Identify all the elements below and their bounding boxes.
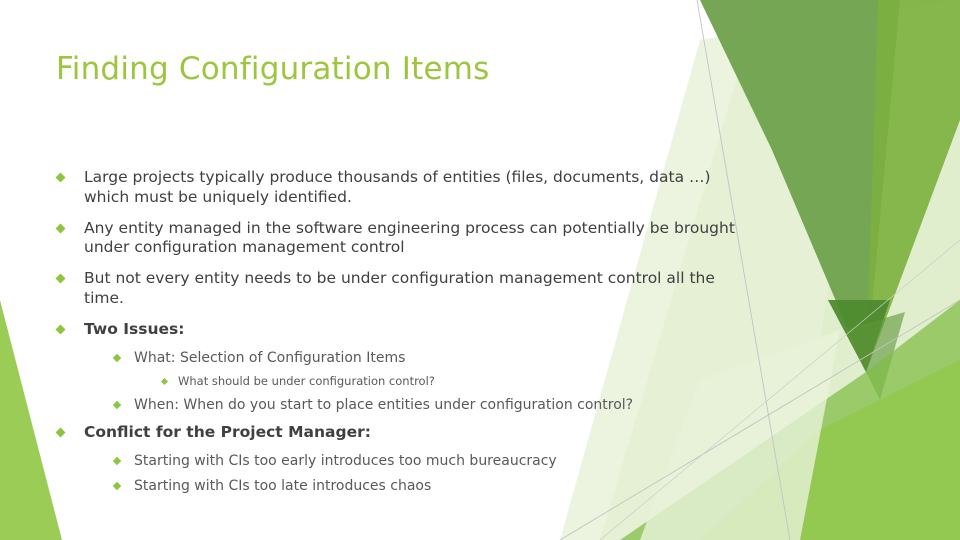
diamond-bullet-icon (55, 172, 66, 183)
sub-bullet-item-when: When: When do you start to place entitie… (112, 396, 736, 414)
sub-bullet-item: Starting with CIs too early introduces t… (112, 452, 736, 470)
bullet-item-conflict: Conflict for the Project Manager: (55, 423, 736, 443)
diamond-bullet-icon (55, 324, 66, 335)
right-bright-band-2 (880, 0, 960, 540)
deep-green-tip-2 (845, 312, 905, 400)
bullet-text: Starting with CIs too late introduces ch… (134, 478, 432, 495)
lower-diagonal-sheet-2 (700, 360, 960, 540)
diamond-bullet-icon (112, 481, 122, 491)
bullet-text: When: When do you start to place entitie… (134, 396, 634, 413)
diamond-bullet-icon (112, 400, 122, 410)
diamond-bullet-icon (160, 377, 169, 386)
diamond-bullet-icon (55, 273, 66, 284)
sub-bullet-item: Starting with CIs too late introduces ch… (112, 477, 736, 495)
bullet-text: What: Selection of Configuration Items (134, 349, 406, 366)
bullet-item: Large projects typically produce thousan… (55, 168, 736, 208)
sub-bullet-item-what: What: Selection of Configuration Items (112, 349, 736, 367)
right-bright-band (790, 0, 960, 540)
bullet-text: What should be under configuration contr… (178, 373, 435, 388)
bullet-text: Any entity managed in the software engin… (84, 218, 735, 257)
mid-green-wedge (866, 0, 960, 372)
bullet-item: But not every entity needs to be under c… (55, 269, 736, 309)
diamond-bullet-icon (112, 353, 122, 363)
bullet-text: Large projects typically produce thousan… (84, 168, 711, 206)
diamond-bullet-icon (112, 456, 122, 466)
diamond-bullet-icon (55, 223, 66, 234)
bullet-text: But not every entity needs to be under c… (84, 269, 715, 308)
slide: Finding Configuration Items Large projec… (0, 0, 960, 540)
bullet-text: Two Issues: (84, 319, 185, 338)
bullet-text: Conflict for the Project Manager: (84, 423, 371, 442)
slide-body: Large projects typically produce thousan… (55, 168, 736, 502)
bullet-item: Any entity managed in the software engin… (55, 218, 736, 259)
deep-green-tip (828, 300, 890, 372)
bullet-item-two-issues: Two Issues: (55, 319, 736, 340)
slide-title: Finding Configuration Items (56, 51, 490, 87)
bullet-text: Starting with CIs too early introduces t… (134, 452, 557, 469)
left-accent-triangle (0, 300, 62, 540)
diamond-bullet-icon (55, 427, 66, 438)
sub-sub-bullet-item: What should be under configuration contr… (160, 373, 736, 389)
